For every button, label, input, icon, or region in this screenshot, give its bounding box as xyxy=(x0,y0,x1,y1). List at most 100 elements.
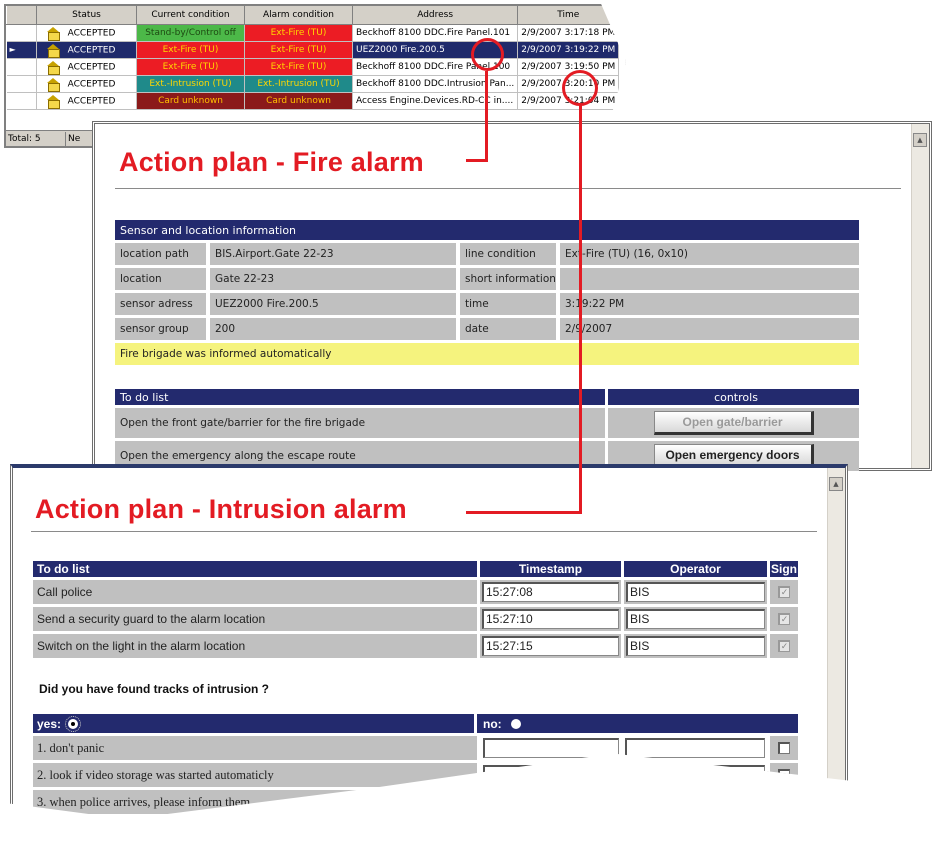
operator-input[interactable]: BIS xyxy=(626,582,765,602)
callout-circle-fire xyxy=(471,38,504,71)
intrusion-action-plan-panel: ▲ Action plan - Intrusion alarm To do li… xyxy=(10,464,848,820)
todo-control-cell: Open gate/barrier xyxy=(605,408,859,438)
sensor-label: short information xyxy=(460,268,560,290)
row-selector[interactable] xyxy=(6,24,37,42)
todo-header: To do list xyxy=(115,389,605,405)
sign-checkbox[interactable]: ✓ xyxy=(778,640,790,652)
step-text: 2. look if video storage was started aut… xyxy=(33,763,477,787)
yes-radio[interactable] xyxy=(65,716,82,733)
sensor-label: location xyxy=(115,268,210,290)
current-condition-cell: Card unknown xyxy=(136,92,245,110)
callout-line-fire-vertical xyxy=(485,71,488,161)
sensor-label: sensor adress xyxy=(115,293,210,315)
open-gate-barrier-button[interactable]: Open gate/barrier xyxy=(653,411,814,435)
current-row-arrow-icon: ► xyxy=(9,44,16,54)
step-timestamp-input[interactable] xyxy=(483,738,619,758)
sensor-label: location path xyxy=(115,243,210,265)
step-sign-checkbox[interactable] xyxy=(778,742,790,754)
address-cell: Access Engine.Devices.RD-CC in.... xyxy=(352,92,519,110)
sensor-section-header: Sensor and location information xyxy=(115,220,859,240)
sensor-value: 200 xyxy=(210,318,460,340)
step-operator-input[interactable] xyxy=(625,792,765,812)
row-selector[interactable]: ► xyxy=(6,41,37,59)
scroll-up-arrow-icon[interactable]: ▲ xyxy=(829,477,843,491)
timestamp-input[interactable]: 15:27:15 xyxy=(482,636,619,656)
sensor-value: BIS.Airport.Gate 22-23 xyxy=(210,243,460,265)
yes-option[interactable]: yes: xyxy=(33,714,477,733)
status-cell: ACCEPTED xyxy=(36,41,137,59)
callout-line-intrusion-horizontal xyxy=(466,511,582,514)
time-cell: 2/9/2007 3:19:22 PM xyxy=(517,41,620,59)
vertical-scrollbar[interactable]: ▲ xyxy=(827,468,845,820)
todo-text: Switch on the light in the alarm locatio… xyxy=(33,634,477,658)
no-label: no: xyxy=(483,716,502,731)
sensor-label: sensor group xyxy=(115,318,210,340)
alarm-row[interactable]: ACCEPTED Ext-Fire (TU) Ext-Fire (TU) Beckho… xyxy=(6,58,620,76)
todo-row: Switch on the light in the alarm locatio… xyxy=(33,634,798,658)
step-row: 1. don't panic xyxy=(33,736,798,760)
sensor-label: time xyxy=(460,293,560,315)
column-header-selector[interactable] xyxy=(6,6,37,25)
no-radio[interactable] xyxy=(511,719,521,730)
current-condition-cell: Ext-Fire (TU) xyxy=(136,41,245,59)
sensor-info-row: sensor group 200 date 2/9/2007 xyxy=(115,318,859,340)
step-timestamp-input[interactable] xyxy=(483,792,619,812)
alarm-row[interactable]: ACCEPTED Ext.-Intrusion (TU) Ext.-Intrusio… xyxy=(6,75,620,93)
todo-row: Call police 15:27:08 BIS ✓ xyxy=(33,580,798,604)
sensor-info-row: sensor adress UEZ2000 Fire.200.5 time 3:19:… xyxy=(115,293,859,315)
status-text: ACCEPTED xyxy=(67,62,116,72)
column-header-current-condition[interactable]: Current condition xyxy=(136,6,245,25)
row-selector[interactable] xyxy=(6,92,37,110)
vertical-scrollbar[interactable]: ▲ xyxy=(911,124,929,468)
fire-brigade-note: Fire brigade was informed automatically xyxy=(115,343,859,365)
intrusion-question: Did you have found tracks of intrusion ? xyxy=(39,682,270,696)
sensor-value: Gate 22-23 xyxy=(210,268,460,290)
timestamp-input[interactable]: 15:27:08 xyxy=(482,582,619,602)
status-text: ACCEPTED xyxy=(67,45,116,55)
operator-input[interactable]: BIS xyxy=(626,636,765,656)
alarm-row[interactable]: ► ACCEPTED Ext-Fire (TU) Ext-Fire (TU) UEZ2… xyxy=(6,41,620,59)
row-selector[interactable] xyxy=(6,58,37,76)
building-alarm-icon xyxy=(47,43,60,57)
operator-input[interactable]: BIS xyxy=(626,609,765,629)
step-sign-checkbox[interactable] xyxy=(778,796,790,808)
step-text: 3. when police arrives, please inform th… xyxy=(33,790,477,814)
step-timestamp-input[interactable] xyxy=(483,765,619,785)
sensor-value: 3:19:22 PM xyxy=(560,293,859,315)
column-header-status[interactable]: Status xyxy=(36,6,137,25)
sign-checkbox[interactable]: ✓ xyxy=(778,586,790,598)
column-header-address[interactable]: Address xyxy=(351,6,519,25)
alarm-row[interactable]: ACCEPTED Stand-by/Control off Ext-Fire (TU… xyxy=(6,24,620,42)
scroll-up-arrow-icon[interactable]: ▲ xyxy=(913,133,927,147)
alarm-condition-cell: Ext-Fire (TU) xyxy=(244,24,353,42)
status-cell: ACCEPTED xyxy=(36,75,137,93)
step-sign-checkbox[interactable] xyxy=(778,769,790,781)
column-header-time[interactable]: Time xyxy=(517,6,620,25)
building-alarm-icon xyxy=(47,60,60,74)
alarm-condition-cell: Ext.-Intrusion (TU) xyxy=(244,75,353,93)
sensor-value: 2/9/2007 xyxy=(560,318,859,340)
status-text: ACCEPTED xyxy=(67,28,116,38)
step-operator-input[interactable] xyxy=(625,738,765,758)
controls-header: controls xyxy=(605,389,859,405)
current-condition-cell: Ext-Fire (TU) xyxy=(136,58,245,76)
alarm-row[interactable]: ACCEPTED Card unknown Card unknown Access E… xyxy=(6,92,620,110)
fire-todo-table: To do list controls Open the front gate/… xyxy=(115,386,859,471)
sensor-info-table: Sensor and location information location… xyxy=(115,217,859,368)
step-text: 1. don't panic xyxy=(33,736,477,760)
no-option[interactable]: no: xyxy=(477,714,798,733)
address-cell: Beckhoff 8100 DDC.Intrusion Pan... xyxy=(352,75,519,93)
sign-checkbox[interactable]: ✓ xyxy=(778,613,790,625)
current-condition-cell: Stand-by/Control off xyxy=(136,24,245,42)
sensor-value xyxy=(560,268,859,290)
column-header-alarm-condition[interactable]: Alarm condition xyxy=(244,6,353,25)
todo-text: Open the front gate/barrier for the fire… xyxy=(115,408,605,438)
row-selector[interactable] xyxy=(6,75,37,93)
sensor-value: Ext-Fire (TU) (16, 0x10) xyxy=(560,243,859,265)
step-operator-input[interactable] xyxy=(625,765,765,785)
total-count: Total: 5 xyxy=(6,132,66,146)
sign-header: Sign xyxy=(767,561,798,577)
timestamp-input[interactable]: 15:27:10 xyxy=(482,609,619,629)
callout-line-fire-horizontal xyxy=(466,159,488,162)
todo-header: To do list xyxy=(33,561,477,577)
